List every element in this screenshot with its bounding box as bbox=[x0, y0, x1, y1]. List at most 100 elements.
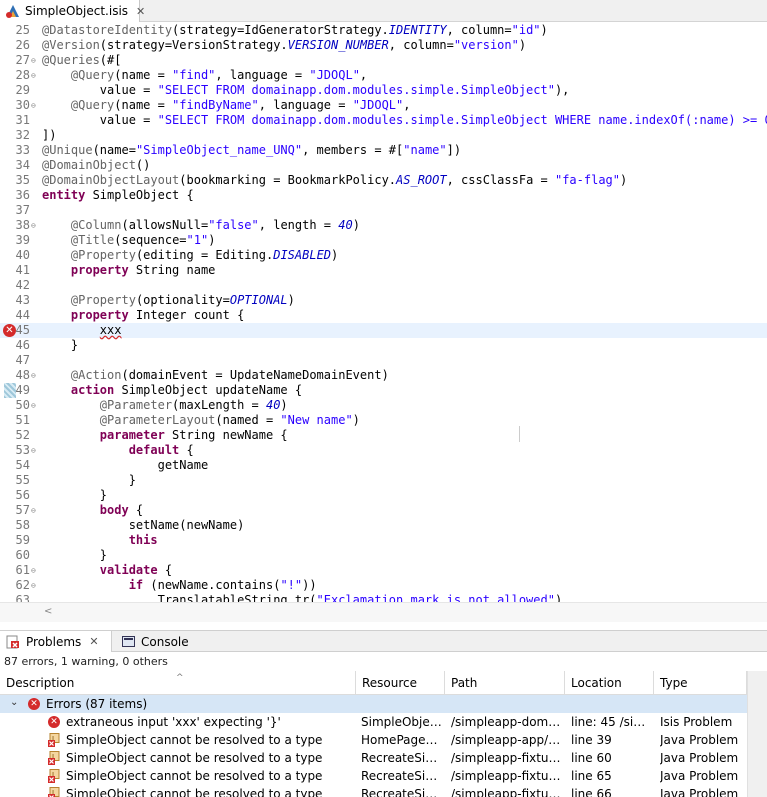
fold-toggle-icon[interactable]: ⊖ bbox=[31, 368, 39, 383]
code-line[interactable]: 57 ⊖ body { bbox=[0, 503, 767, 518]
code-line[interactable]: 34 @DomainObject() bbox=[0, 158, 767, 173]
code-line[interactable]: 41 property String name bbox=[0, 263, 767, 278]
column-header-type[interactable]: Type bbox=[654, 671, 747, 695]
code-token: (#[ bbox=[99, 53, 122, 67]
code-line[interactable]: 35 @DomainObjectLayout(bookmarking = Book… bbox=[0, 173, 767, 188]
code-token: 40 bbox=[338, 218, 353, 232]
code-line[interactable]: 40 @Property(editing = Editing.DISABLED) bbox=[0, 248, 767, 263]
table-row[interactable]: J SimpleObject cannot be resolved to a ty… bbox=[0, 749, 767, 767]
cell-type: Java Problem bbox=[660, 733, 739, 747]
code-line[interactable]: 46 } bbox=[0, 338, 767, 353]
code-line[interactable]: 44 property Integer count { bbox=[0, 308, 767, 323]
line-number: 62 bbox=[15, 578, 30, 592]
chevron-down-icon[interactable]: ⌄ bbox=[10, 697, 18, 708]
code-line[interactable]: 59 this bbox=[0, 533, 767, 548]
table-row[interactable]: ✕ extraneous input 'xxx' expecting '}' Sim… bbox=[0, 713, 767, 731]
code-line[interactable]: 25 @DatastoreIdentity(strategy=IdGenerato… bbox=[0, 23, 767, 38]
code-token: (name= bbox=[92, 143, 136, 157]
tab-problems[interactable]: Problems ✕ bbox=[0, 631, 112, 652]
code-line[interactable]: 28 ⊖ @Query(name = "find", language = "JD… bbox=[0, 68, 767, 83]
column-header-resource[interactable]: Resource bbox=[356, 671, 445, 695]
cell-resource: RecreateSimp... bbox=[361, 787, 443, 797]
code-editor[interactable]: 25 @DatastoreIdentity(strategy=IdGenerato… bbox=[0, 22, 767, 602]
code-token: parameter bbox=[99, 428, 165, 442]
code-line[interactable]: 33 @Unique(name="SimpleObject_name_UNQ", … bbox=[0, 143, 767, 158]
column-header-path[interactable]: Path bbox=[445, 671, 565, 695]
fold-toggle-icon[interactable]: ⊖ bbox=[31, 563, 39, 578]
code-token: "false" bbox=[208, 218, 259, 232]
code-line[interactable]: 58 setName(newName) bbox=[0, 518, 767, 533]
code-token: property bbox=[70, 263, 129, 277]
table-row[interactable]: J SimpleObject cannot be resolved to a ty… bbox=[0, 785, 767, 797]
code-token: xxx bbox=[99, 323, 122, 337]
code-line[interactable]: 62 ⊖ if (newName.contains("!")) bbox=[0, 578, 767, 593]
table-row[interactable]: J SimpleObject cannot be resolved to a ty… bbox=[0, 767, 767, 785]
code-line[interactable]: 49 action SimpleObject updateName { bbox=[0, 383, 767, 398]
scroll-left-icon[interactable]: < bbox=[44, 606, 52, 617]
fold-toggle-icon[interactable]: ⊖ bbox=[31, 503, 39, 518]
code-text: @Queries(#[ bbox=[42, 53, 121, 68]
code-line[interactable]: 47 bbox=[0, 353, 767, 368]
code-line[interactable]: 61 ⊖ validate { bbox=[0, 563, 767, 578]
code-line[interactable]: 32]) bbox=[0, 128, 767, 143]
editor-tab-simpleobject[interactable]: SimpleObject.isis ✕ bbox=[0, 0, 145, 22]
table-row[interactable]: J SimpleObject cannot be resolved to a ty… bbox=[0, 731, 767, 749]
code-text: if (newName.contains("!")) bbox=[42, 578, 317, 593]
errors-group-row[interactable]: ⌄ ✕ Errors (87 items) bbox=[0, 695, 747, 713]
code-text: value = "SELECT FROM domainapp.dom.modul… bbox=[42, 113, 767, 128]
code-line[interactable]: 42 bbox=[0, 278, 767, 293]
line-number: 52 bbox=[15, 428, 30, 442]
code-line[interactable]: 55 } bbox=[0, 473, 767, 488]
code-line[interactable]: 36 entity SimpleObject { bbox=[0, 188, 767, 203]
code-line[interactable]: 48 ⊖ @Action(domainEvent = UpdateNameDoma… bbox=[0, 368, 767, 383]
code-line[interactable]: 50 ⊖ @Parameter(maxLength = 40) bbox=[0, 398, 767, 413]
code-line[interactable]: 53 ⊖ default { bbox=[0, 443, 767, 458]
tab-console[interactable]: Console bbox=[116, 631, 195, 652]
line-number: 45 bbox=[15, 323, 30, 337]
code-line[interactable]: 27 ⊖ @Queries(#[ bbox=[0, 53, 767, 68]
code-line[interactable]: 52 parameter String newName { bbox=[0, 428, 767, 443]
fold-toggle-icon[interactable]: ⊖ bbox=[31, 443, 39, 458]
line-number: 25 bbox=[15, 23, 30, 37]
line-number: 53 bbox=[15, 443, 30, 457]
code-line[interactable]: 43 @Property(optionality=OPTIONAL) bbox=[0, 293, 767, 308]
fold-toggle-icon[interactable]: ⊖ bbox=[31, 398, 39, 413]
code-text: @Property(optionality=OPTIONAL) bbox=[42, 293, 295, 308]
fold-toggle-icon[interactable]: ⊖ bbox=[31, 53, 39, 68]
column-header-description[interactable]: Description ^ bbox=[0, 671, 356, 695]
code-line[interactable]: 29 value = "SELECT FROM domainapp.dom.mo… bbox=[0, 83, 767, 98]
code-line[interactable]: 37 bbox=[0, 203, 767, 218]
code-line[interactable]: 26 @Version(strategy=VersionStrategy.VERS… bbox=[0, 38, 767, 53]
views-tab-bar: Problems ✕ Console bbox=[0, 630, 767, 652]
code-line[interactable]: 54 getName bbox=[0, 458, 767, 473]
code-line[interactable]: 63 TranslatableString.tr("Exclamation ma… bbox=[0, 593, 767, 602]
editor-tab-bar: SimpleObject.isis ✕ bbox=[0, 0, 767, 22]
code-token: "find" bbox=[172, 68, 216, 82]
fold-toggle-icon[interactable]: ⊖ bbox=[31, 68, 39, 83]
code-line[interactable]: 56 } bbox=[0, 488, 767, 503]
code-token: 40 bbox=[265, 398, 281, 412]
code-line[interactable]: 31 value = "SELECT FROM domainapp.dom.mo… bbox=[0, 113, 767, 128]
code-token: "Exclamation mark is not allowed" bbox=[316, 593, 555, 602]
close-icon[interactable]: ✕ bbox=[136, 5, 145, 18]
close-icon[interactable]: ✕ bbox=[89, 635, 98, 648]
code-line[interactable]: 30 ⊖ @Query(name = "findByName", language… bbox=[0, 98, 767, 113]
code-text: @Unique(name="SimpleObject_name_UNQ", me… bbox=[42, 143, 461, 158]
problems-vertical-scrollbar[interactable] bbox=[747, 671, 767, 797]
code-token: , language = bbox=[258, 98, 353, 112]
code-line[interactable]: 39 @Title(sequence="1") bbox=[0, 233, 767, 248]
code-line[interactable]: 60 } bbox=[0, 548, 767, 563]
fold-toggle-icon[interactable]: ⊖ bbox=[31, 578, 39, 593]
code-line[interactable]: ✕ 45 xxx bbox=[0, 323, 767, 338]
column-header-location[interactable]: Location bbox=[565, 671, 654, 695]
fold-toggle-icon[interactable]: ⊖ bbox=[31, 218, 39, 233]
editor-horizontal-scrollbar[interactable]: < bbox=[0, 602, 767, 622]
code-line[interactable]: 51 @ParameterLayout(named = "New name") bbox=[0, 413, 767, 428]
line-number: 55 bbox=[15, 473, 30, 487]
code-line[interactable]: 38 ⊖ @Column(allowsNull="false", length =… bbox=[0, 218, 767, 233]
fold-toggle-icon[interactable]: ⊖ bbox=[31, 98, 39, 113]
code-token: } bbox=[42, 338, 79, 352]
